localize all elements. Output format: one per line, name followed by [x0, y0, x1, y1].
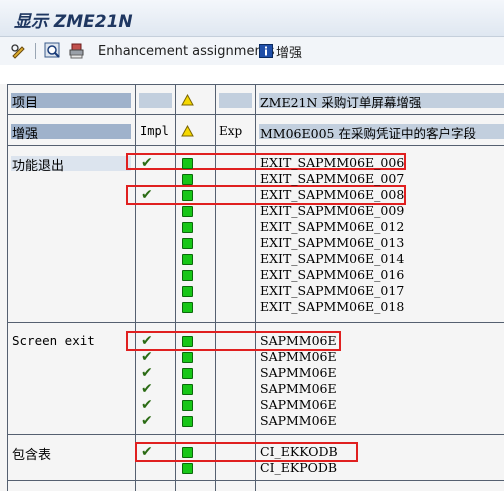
title-bar: 显示 ZME21N [0, 0, 504, 37]
implemented-check-icon: ✔ [141, 365, 153, 381]
implemented-check-icon: ✔ [141, 333, 153, 349]
active-status-icon [182, 174, 193, 185]
active-status-icon [182, 352, 193, 363]
info-icon [259, 44, 273, 58]
exit-item[interactable]: SAPMM06E [260, 333, 337, 349]
exit-item[interactable]: EXIT_SAPMM06E_009 [260, 203, 404, 219]
function-exits-label: 功能退出 [12, 159, 65, 174]
active-status-icon [182, 400, 193, 411]
warning-triangle-icon [181, 94, 194, 106]
implemented-check-icon: ✔ [141, 381, 153, 397]
exit-item[interactable]: SAPMM06E [260, 381, 337, 397]
pencil-glasses-icon [11, 44, 25, 59]
implemented-check-icon: ✔ [141, 155, 153, 171]
implemented-check-icon: ✔ [141, 187, 153, 203]
active-status-icon [182, 384, 193, 395]
impl-column-header: Impl [140, 124, 169, 138]
toolbar: Enhancement assignments 增强 [0, 37, 504, 65]
row-separator [7, 145, 504, 146]
enhancement-label: 增强 [12, 127, 39, 142]
active-status-icon [182, 302, 193, 313]
active-status-icon [182, 238, 193, 249]
exit-item[interactable]: CI_EKPODB [260, 460, 337, 476]
enhancement-assignments-label: Enhancement assignments [98, 43, 275, 59]
project-name[interactable]: ZME21N 采购订单屏幕增强 [260, 92, 421, 111]
display-change-button[interactable] [10, 42, 28, 60]
warning-triangle-icon [181, 125, 194, 137]
exit-item[interactable]: SAPMM06E [260, 397, 337, 413]
find-button[interactable] [44, 42, 62, 60]
exit-item[interactable]: EXIT_SAPMM06E_017 [260, 283, 404, 299]
exp-column-header: Exp [219, 124, 243, 138]
exit-item[interactable]: SAPMM06E [260, 349, 337, 365]
active-status-icon [182, 190, 193, 201]
implemented-check-icon: ✔ [141, 349, 153, 365]
exit-item[interactable]: EXIT_SAPMM06E_007 [260, 171, 404, 187]
exit-item[interactable]: SAPMM06E [260, 365, 337, 381]
row-separator [7, 114, 504, 115]
exit-item[interactable]: EXIT_SAPMM06E_018 [260, 299, 404, 315]
screen-exits-label: Screen exit [12, 333, 95, 348]
page-title: 显示 ZME21N [14, 12, 133, 32]
exit-item[interactable]: EXIT_SAPMM06E_008 [260, 187, 404, 203]
active-status-icon [182, 222, 193, 233]
enhancement-assignments-button[interactable]: Enhancement assignments [98, 42, 275, 60]
enhancement-button-label: 增强 [276, 45, 303, 61]
active-status-icon [182, 254, 193, 265]
enhancement-info-button[interactable]: 增强 [259, 42, 303, 61]
active-status-icon [182, 447, 193, 458]
implemented-check-icon: ✔ [141, 397, 153, 413]
implemented-check-icon: ✔ [141, 413, 153, 429]
exit-item[interactable]: CI_EKKODB [260, 444, 338, 460]
active-status-icon [182, 270, 193, 281]
exit-item[interactable]: EXIT_SAPMM06E_006 [260, 155, 404, 171]
enhancement-name[interactable]: MM06E005 在采购凭证中的客户字段 [260, 123, 476, 142]
active-status-icon [182, 368, 193, 379]
exit-item[interactable]: EXIT_SAPMM06E_013 [260, 235, 404, 251]
includes-label: 包含表 [12, 448, 52, 463]
impl-status-cell [139, 93, 172, 108]
table-bottom-border [7, 480, 504, 481]
exit-item[interactable]: EXIT_SAPMM06E_012 [260, 219, 404, 235]
active-status-icon [182, 336, 193, 347]
print-button[interactable] [68, 42, 86, 60]
enhancement-project-table: 项目 ZME21N 采购订单屏幕增强 增强 Impl Exp MM06E005 … [0, 84, 504, 491]
row-separator [7, 434, 504, 435]
find-icon [44, 42, 60, 58]
active-status-icon [182, 206, 193, 217]
exit-item[interactable]: EXIT_SAPMM06E_016 [260, 267, 404, 283]
exit-item[interactable]: SAPMM06E [260, 413, 337, 429]
project-label: 项目 [12, 96, 39, 111]
active-status-icon [182, 158, 193, 169]
active-status-icon [182, 463, 193, 474]
toolbar-separator [35, 43, 36, 59]
row-separator [7, 322, 504, 323]
exp-status-cell [219, 93, 252, 108]
exit-item[interactable]: EXIT_SAPMM06E_014 [260, 251, 404, 267]
implemented-check-icon: ✔ [141, 444, 153, 460]
stamp-icon [69, 43, 84, 59]
active-status-icon [182, 286, 193, 297]
active-status-icon [182, 416, 193, 427]
